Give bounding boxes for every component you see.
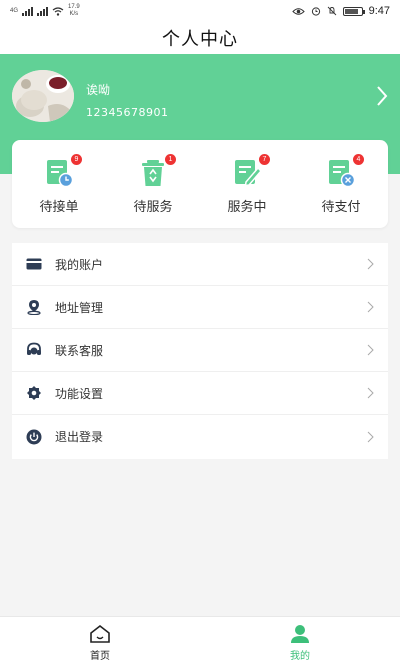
chevron-right-icon bbox=[367, 258, 374, 270]
tab-mine[interactable]: 我的 bbox=[200, 617, 400, 666]
order-clock-icon: 9 bbox=[44, 154, 82, 188]
mute-icon bbox=[327, 6, 336, 16]
alarm-icon bbox=[311, 7, 320, 16]
menu-item-logout[interactable]: 退出登录 bbox=[12, 415, 388, 458]
status-time: 9:47 bbox=[368, 5, 390, 17]
power-icon bbox=[26, 429, 42, 445]
chevron-right-icon bbox=[367, 344, 374, 356]
user-phone: 12345678901 bbox=[86, 106, 169, 119]
nav-bar: 个人中心 bbox=[0, 22, 400, 54]
wifi-icon bbox=[52, 6, 64, 16]
avatar[interactable] bbox=[12, 70, 74, 122]
network-speed: 17.9 K/s bbox=[68, 4, 80, 18]
profile-chevron-right-icon[interactable] bbox=[374, 84, 390, 108]
settings-icon bbox=[26, 385, 42, 401]
chevron-right-icon bbox=[367, 387, 374, 399]
battery-icon bbox=[342, 6, 365, 16]
order-label: 服务中 bbox=[227, 200, 267, 215]
order-status-card: 9 待接单 1 待服务 7 服务中 4 待支付 bbox=[12, 140, 388, 228]
home-icon bbox=[90, 624, 110, 643]
avatar-image bbox=[12, 70, 74, 122]
order-recycle-bin-icon: 1 bbox=[138, 154, 176, 188]
tab-home[interactable]: 首页 bbox=[0, 617, 200, 666]
menu-label: 功能设置 bbox=[55, 386, 104, 401]
signal-icon bbox=[22, 6, 34, 16]
status-bar: 4G 17.9 K/s 9:47 bbox=[0, 0, 400, 22]
order-badge: 7 bbox=[259, 154, 270, 165]
order-edit-icon: 7 bbox=[232, 154, 270, 188]
menu-item-my-account[interactable]: 我的账户 bbox=[12, 243, 388, 286]
tab-label: 我的 bbox=[290, 651, 310, 662]
chevron-right-icon bbox=[367, 301, 374, 313]
order-pending-payment[interactable]: 4 待支付 bbox=[294, 140, 388, 228]
signal-2-icon bbox=[37, 6, 49, 16]
chevron-right-icon bbox=[367, 431, 374, 442]
order-badge: 9 bbox=[71, 154, 82, 165]
order-label: 待接单 bbox=[39, 200, 79, 215]
status-indicators: 4G 17.9 K/s bbox=[10, 4, 80, 18]
menu-label: 我的账户 bbox=[55, 257, 104, 272]
menu-item-settings[interactable]: 功能设置 bbox=[12, 372, 388, 415]
carrier-label: 4G bbox=[10, 8, 19, 14]
order-badge: 4 bbox=[353, 154, 364, 165]
eye-icon bbox=[291, 7, 305, 15]
menu-label: 联系客服 bbox=[55, 343, 104, 358]
tab-label: 首页 bbox=[90, 651, 110, 662]
user-name: 诶呦 bbox=[86, 83, 111, 97]
order-cancel-icon: 4 bbox=[326, 154, 364, 188]
menu-item-customer-service[interactable]: 联系客服 bbox=[12, 329, 388, 372]
menu-label: 退出登录 bbox=[55, 430, 104, 444]
menu-label: 地址管理 bbox=[55, 300, 104, 315]
order-in-service[interactable]: 7 服务中 bbox=[200, 140, 294, 228]
order-label: 待服务 bbox=[133, 200, 173, 215]
network-speed-unit: K/s bbox=[69, 11, 79, 17]
network-speed-value: 17.9 bbox=[68, 4, 80, 10]
order-pending-accept[interactable]: 9 待接单 bbox=[12, 140, 106, 228]
location-icon bbox=[26, 299, 42, 315]
order-pending-service[interactable]: 1 待服务 bbox=[106, 140, 200, 228]
order-badge: 1 bbox=[165, 154, 176, 165]
card-icon bbox=[26, 256, 42, 272]
status-right: 9:47 bbox=[291, 5, 390, 17]
bottom-tab-bar: 首页 我的 bbox=[0, 616, 400, 666]
settings-menu: 我的账户 地址管理 联系客服 功能设置 退出登录 bbox=[12, 243, 388, 459]
menu-item-address[interactable]: 地址管理 bbox=[12, 286, 388, 329]
order-label: 待支付 bbox=[321, 200, 361, 215]
user-icon bbox=[291, 625, 309, 643]
page-title: 个人中心 bbox=[162, 29, 238, 50]
headset-icon bbox=[26, 342, 42, 358]
